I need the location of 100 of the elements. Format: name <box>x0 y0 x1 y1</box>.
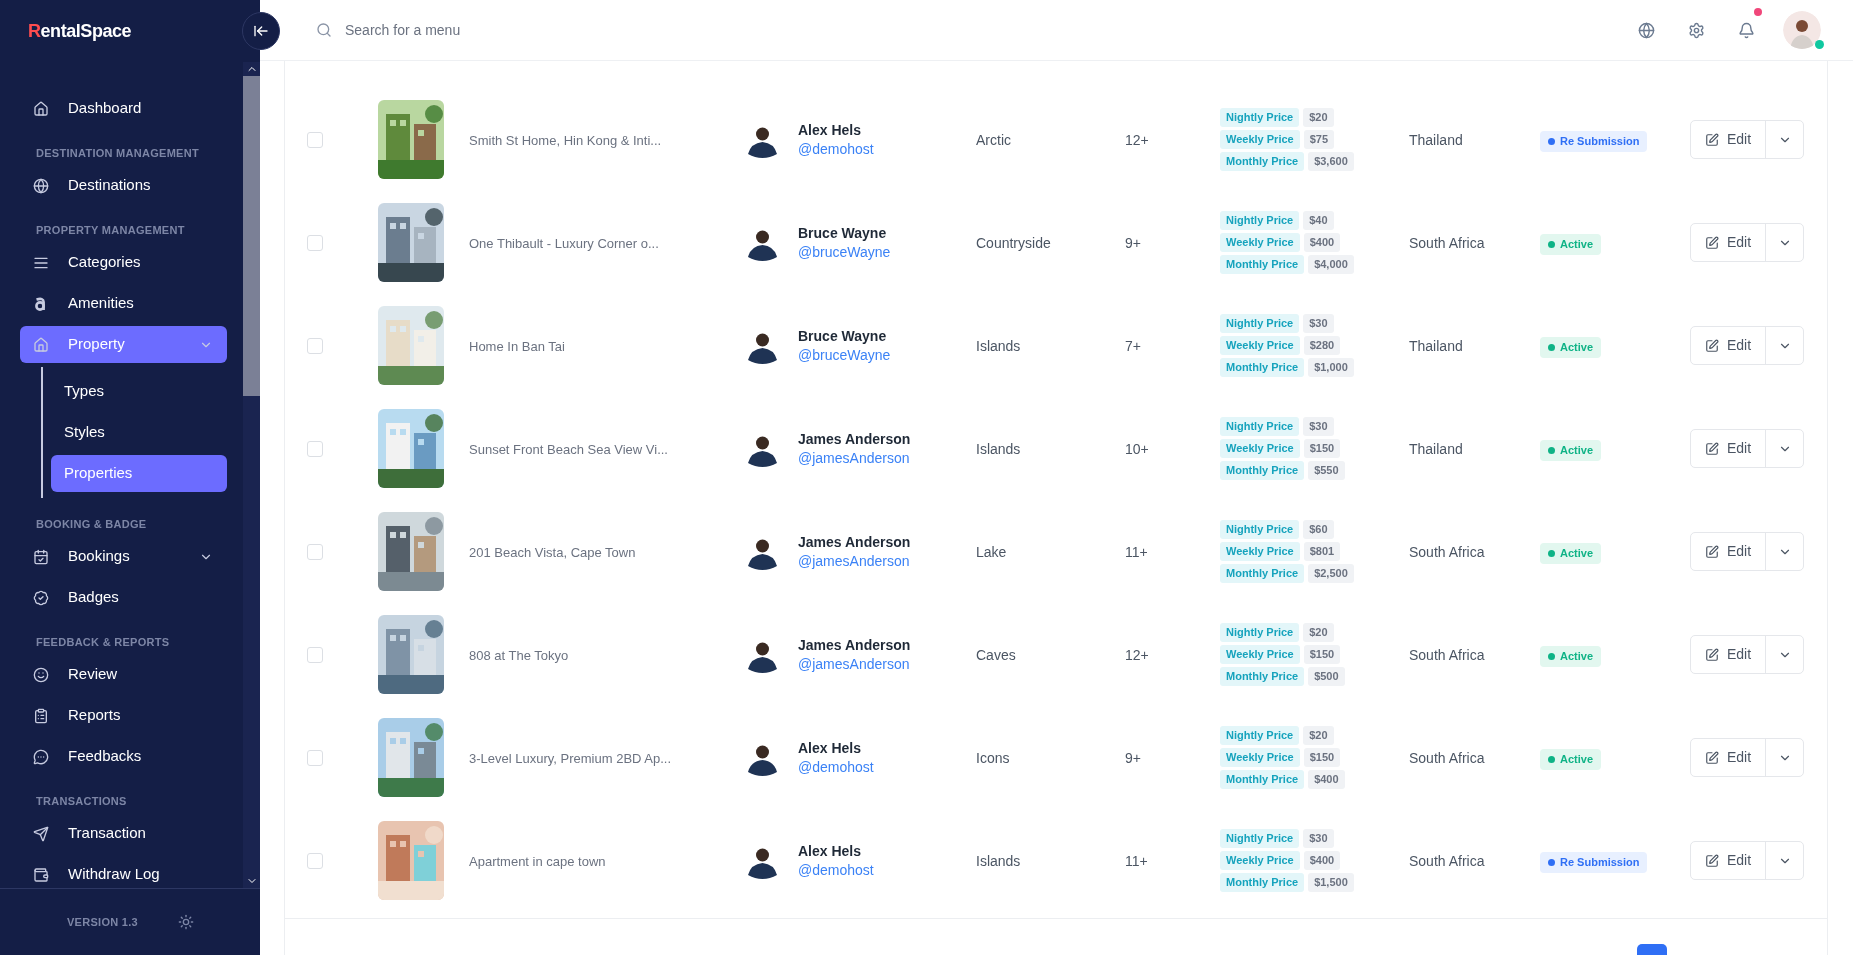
category: Islands <box>976 440 1021 457</box>
collapse-sidebar-button[interactable] <box>242 12 280 50</box>
price-value: $500 <box>1308 667 1345 686</box>
price-label: Nightly Price <box>1220 520 1300 539</box>
edit-icon <box>1705 235 1719 250</box>
version-label: VERSION 1.3 <box>67 914 138 930</box>
category: Icons <box>976 749 1010 766</box>
nav-item[interactable]: Badges <box>20 579 227 616</box>
guest-count: 12+ <box>1125 131 1149 148</box>
host-handle[interactable]: @demohost <box>798 139 976 159</box>
send-icon <box>33 825 49 842</box>
price-label: Weekly Price <box>1220 439 1300 458</box>
submenu-item[interactable]: Types <box>51 373 227 410</box>
property-title: Home In Ban Tai <box>469 338 565 354</box>
status-badge: Re Submission <box>1540 130 1648 152</box>
user-avatar[interactable] <box>1783 11 1821 49</box>
submenu-item[interactable]: Styles <box>51 414 227 451</box>
nav-item[interactable]: Destinations <box>20 167 227 204</box>
property-title: 201 Beach Vista, Cape Town <box>469 544 636 560</box>
property-title: Sunset Front Beach Sea View Vi... <box>469 441 668 457</box>
globe-icon[interactable] <box>1638 21 1655 39</box>
price-value: $20 <box>1303 726 1334 745</box>
status-badge: Active <box>1540 439 1602 461</box>
guest-count: 11+ <box>1125 852 1148 869</box>
row-checkbox[interactable] <box>307 543 323 560</box>
search-field[interactable]: Search for a menu <box>345 19 745 41</box>
price-label: Monthly Price <box>1220 564 1305 583</box>
status-badge: Re Submission <box>1540 851 1648 873</box>
host-handle[interactable]: @demohost <box>798 757 976 777</box>
host-name: James Anderson <box>798 635 912 655</box>
property-title: Apartment in cape town <box>469 853 606 869</box>
scrollbar-thumb[interactable] <box>243 76 260 396</box>
nav-item[interactable]: Feedbacks <box>20 738 227 775</box>
row-checkbox[interactable] <box>307 337 323 354</box>
country: Thailand <box>1409 131 1463 148</box>
price-value: $801 <box>1303 542 1341 561</box>
row-checkbox[interactable] <box>307 234 323 251</box>
property-title: One Thibault - Luxury Corner o... <box>469 235 659 251</box>
row-checkbox[interactable] <box>307 131 323 148</box>
host-handle[interactable]: @jamesAnderson <box>798 448 976 468</box>
wallet-icon <box>33 866 49 883</box>
country: Thailand <box>1409 337 1463 354</box>
host-name: Alex Hels <box>798 738 863 758</box>
price-value: $1,500 <box>1308 873 1354 892</box>
brand-logo[interactable]: RentalSpace <box>28 17 132 45</box>
price-value: $30 <box>1303 829 1334 848</box>
price-label: Nightly Price <box>1220 623 1300 642</box>
property-title: Smith St Home, Hin Kong & Inti... <box>469 132 662 148</box>
globe-icon <box>33 177 49 194</box>
nav-item[interactable]: Bookings <box>20 538 227 575</box>
section-label: FEEDBACK & REPORTS <box>35 634 171 650</box>
price-label: Nightly Price <box>1220 417 1300 436</box>
price-label: Weekly Price <box>1220 542 1300 561</box>
price-value: $30 <box>1303 314 1334 333</box>
price-value: $400 <box>1308 770 1345 789</box>
guest-count: 9+ <box>1125 234 1141 251</box>
country: South Africa <box>1409 543 1485 560</box>
host-handle[interactable]: @demohost <box>798 860 976 880</box>
nav-item[interactable]: Review <box>20 656 227 693</box>
price-label: Weekly Price <box>1220 130 1300 149</box>
price-label: Weekly Price <box>1220 233 1300 252</box>
price-label: Nightly Price <box>1220 108 1300 127</box>
category: Islands <box>976 337 1021 354</box>
price-value: $1,000 <box>1308 358 1354 377</box>
host-handle[interactable]: @bruceWayne <box>798 345 976 365</box>
section-label: BOOKING & BADGE <box>35 516 148 532</box>
host-name: Alex Hels <box>798 841 863 861</box>
property-title: 3-Level Luxury, Premium 2BD Ap... <box>469 750 672 766</box>
nav-item[interactable]: Withdraw Log <box>20 856 227 888</box>
home-icon <box>33 100 49 117</box>
settings-icon[interactable] <box>1688 21 1705 39</box>
host-handle[interactable]: @jamesAnderson <box>798 551 976 571</box>
nav-item[interactable]: Dashboard <box>20 90 227 127</box>
nav-item[interactable]: Property <box>20 326 227 363</box>
price-value: $4,000 <box>1308 255 1354 274</box>
status-badge: Active <box>1540 336 1602 358</box>
guest-count: 11+ <box>1125 543 1148 560</box>
badge-icon <box>33 589 49 606</box>
price-value: $280 <box>1303 336 1341 355</box>
nav-item[interactable]: Reports <box>20 697 227 734</box>
nav-item[interactable]: Amenities <box>20 285 227 322</box>
host-handle[interactable]: @bruceWayne <box>798 242 976 262</box>
guest-count: 10+ <box>1125 440 1149 457</box>
row-checkbox[interactable] <box>307 852 323 869</box>
price-label: Monthly Price <box>1220 873 1305 892</box>
edit-icon <box>1705 853 1719 868</box>
row-checkbox[interactable] <box>307 440 323 457</box>
edit-icon <box>1705 647 1719 662</box>
country: Thailand <box>1409 440 1463 457</box>
scrollbar[interactable] <box>243 62 260 888</box>
price-label: Nightly Price <box>1220 211 1300 230</box>
notification-icon[interactable] <box>1738 21 1755 39</box>
submenu-item[interactable]: Properties <box>51 455 227 492</box>
sun-icon[interactable] <box>177 914 194 930</box>
nav-item[interactable]: Transaction <box>20 815 227 852</box>
row-checkbox[interactable] <box>307 749 323 766</box>
host-handle[interactable]: @jamesAnderson <box>798 654 976 674</box>
nav-item[interactable]: Categories <box>20 244 227 281</box>
row-checkbox[interactable] <box>307 646 323 663</box>
category: Caves <box>976 646 1016 663</box>
